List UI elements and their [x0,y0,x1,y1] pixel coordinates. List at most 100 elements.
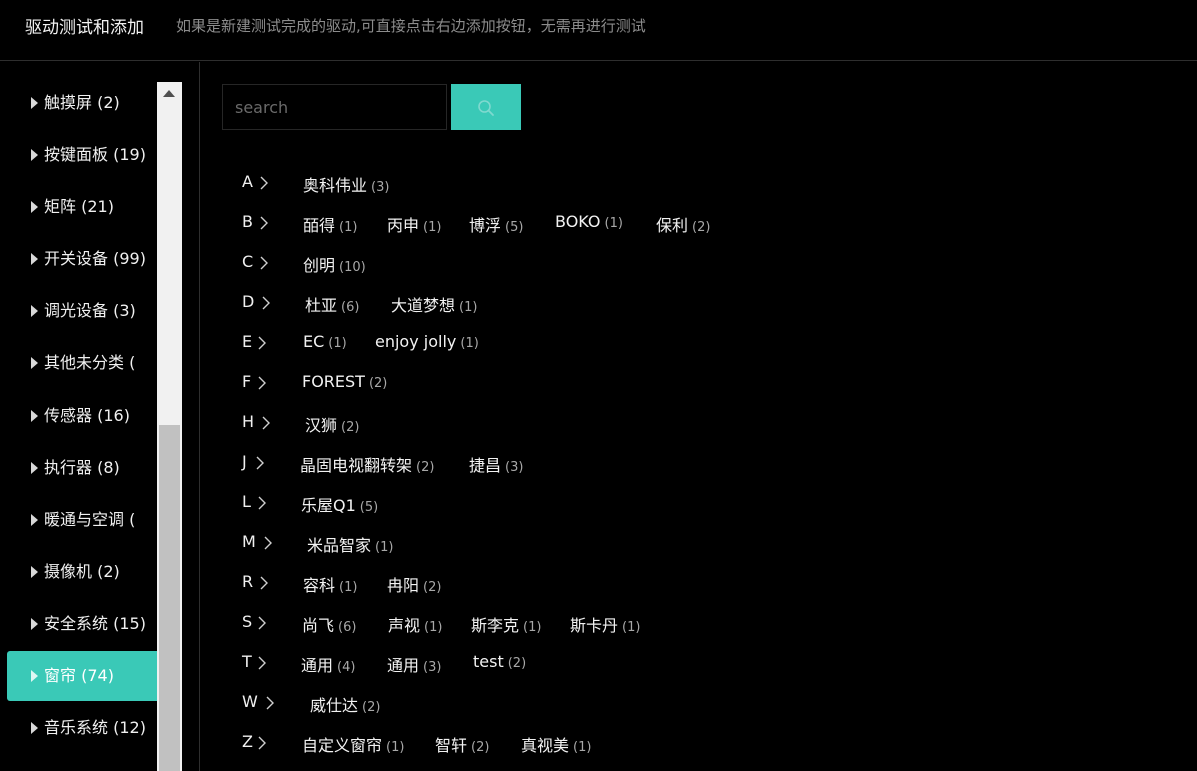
search-button[interactable] [451,84,521,130]
search-icon [478,100,494,116]
chevron-right-icon [258,496,266,510]
sidebar-item[interactable]: 传感器 (16) [7,391,157,441]
sidebar-item[interactable]: 窗帘 (74) [7,651,157,702]
brand-link[interactable]: 智轩 (2) [435,732,489,756]
chevron-right-icon [256,456,264,470]
scroll-up-arrow-icon[interactable] [163,90,175,97]
brand-link[interactable]: EC (1) [303,332,347,351]
sidebar-item[interactable]: 摄像机 (2) [7,547,157,597]
search-input[interactable] [222,84,447,130]
chevron-right-icon [258,656,266,670]
page-header: 驱动测试和添加 如果是新建测试完成的驱动,可直接点击右边添加按钮，无需再进行测试 [0,0,1197,61]
brand-count: (1) [523,620,542,635]
brand-link[interactable]: 米品智家 (1) [307,532,393,556]
caret-right-icon [31,357,38,370]
brand-link[interactable]: 威仕达 (2) [310,692,380,716]
chevron-right-icon [260,176,268,190]
brand-count: (1) [386,740,405,755]
brand-count: (2) [471,740,490,755]
brand-count: (1) [423,220,442,235]
caret-right-icon [31,565,38,578]
group-letter: J [242,452,247,471]
brand-link[interactable]: 通用 (4) [301,652,355,676]
brand-link[interactable]: enjoy jolly (1) [375,332,479,351]
brand-link[interactable]: 创明 (10) [303,252,366,276]
brand-name: EC [303,332,325,351]
caret-right-icon [31,305,38,318]
brand-count: (1) [339,220,358,235]
brand-link[interactable]: 捷昌 (3) [469,452,523,476]
sidebar-item[interactable]: 调光设备 (3) [7,286,157,336]
brand-link[interactable]: BOKO (1) [555,212,623,231]
chevron-right-icon [260,576,268,590]
sidebar-item-label: 其他未分类 ( [44,353,136,373]
brand-name: 捷昌 [469,456,502,475]
brand-link[interactable]: 尚飞 (6) [302,612,356,636]
brand-link[interactable]: 奥科伟业 (3) [303,172,389,196]
sidebar-item[interactable]: 按键面板 (19) [7,130,157,180]
brand-link[interactable]: 自定义窗帘 (1) [302,732,404,756]
brand-link[interactable]: 晶固电视翻转架 (2) [300,452,434,476]
sidebar-scrollbar[interactable] [157,82,182,771]
chevron-right-icon [262,416,270,430]
brand-link[interactable]: 通用 (3) [387,652,441,676]
brand-link[interactable]: 皕得 (1) [303,212,357,236]
brand-count: (1) [573,740,592,755]
brand-name: 斯李克 [471,616,520,635]
brand-name: test [473,652,504,671]
brand-link[interactable]: 冉阳 (2) [387,572,441,596]
brand-name: 声视 [388,616,421,635]
sidebar-item[interactable]: 安全系统 (15) [7,599,157,649]
sidebar-item-label: 音乐系统 (12) [44,718,146,738]
sidebar-item[interactable]: 其他未分类 ( [7,338,157,388]
sidebar-item[interactable]: 执行器 (8) [7,443,157,493]
brand-link[interactable]: test (2) [473,652,526,671]
group-letter: M [242,532,256,551]
chevron-right-icon [260,216,268,230]
brand-name: 容科 [303,576,336,595]
brand-name: 通用 [301,656,334,675]
group-letter: Z [242,732,253,751]
brand-name: FOREST [302,372,365,391]
brand-count: (10) [339,260,366,275]
brand-count: (3) [423,660,442,675]
brand-name: 斯卡丹 [570,616,619,635]
brand-link[interactable]: FOREST (2) [302,372,387,391]
page-title: 驱动测试和添加 [25,18,144,38]
sidebar-item[interactable]: 开关设备 (99) [7,234,157,284]
brand-link[interactable]: 斯卡丹 (1) [570,612,640,636]
group-letter: W [242,692,258,711]
brand-link[interactable]: 声视 (1) [388,612,442,636]
brand-name: 汉狮 [305,416,338,435]
caret-right-icon [31,201,38,214]
brand-link[interactable]: 大道梦想 (1) [391,292,477,316]
sidebar-item-label: 矩阵 (21) [44,197,114,217]
chevron-right-icon [258,616,266,630]
sidebar-item[interactable]: 暖通与空调 ( [7,495,157,545]
brand-name: 皕得 [303,216,336,235]
chevron-right-icon [260,256,268,270]
sidebar-item[interactable]: 触摸屏 (2) [7,78,157,128]
brand-link[interactable]: 斯李克 (1) [471,612,541,636]
brand-count: (1) [375,540,394,555]
brand-link[interactable]: 丙申 (1) [387,212,441,236]
brand-count: (5) [505,220,524,235]
group-letter: A [242,172,253,191]
brand-link[interactable]: 博浮 (5) [469,212,523,236]
sidebar-item[interactable]: 矩阵 (21) [7,182,157,232]
brand-link[interactable]: 保利 (2) [656,212,710,236]
sidebar-item-label: 暖通与空调 ( [44,509,136,529]
brand-link[interactable]: 乐屋Q1 (5) [301,492,378,516]
chevron-right-icon [262,296,270,310]
brand-link[interactable]: 真视美 (1) [521,732,591,756]
brand-count: (2) [423,580,442,595]
scroll-thumb[interactable] [159,425,180,771]
caret-right-icon [31,461,38,474]
brand-link[interactable]: 杜亚 (6) [305,292,359,316]
sidebar-item[interactable]: 音乐系统 (12) [7,703,157,753]
group-letter: H [242,412,255,431]
brand-link[interactable]: 汉狮 (2) [305,412,359,436]
brand-link[interactable]: 容科 (1) [303,572,357,596]
brand-count: (3) [505,460,524,475]
brand-count: (6) [341,300,360,315]
